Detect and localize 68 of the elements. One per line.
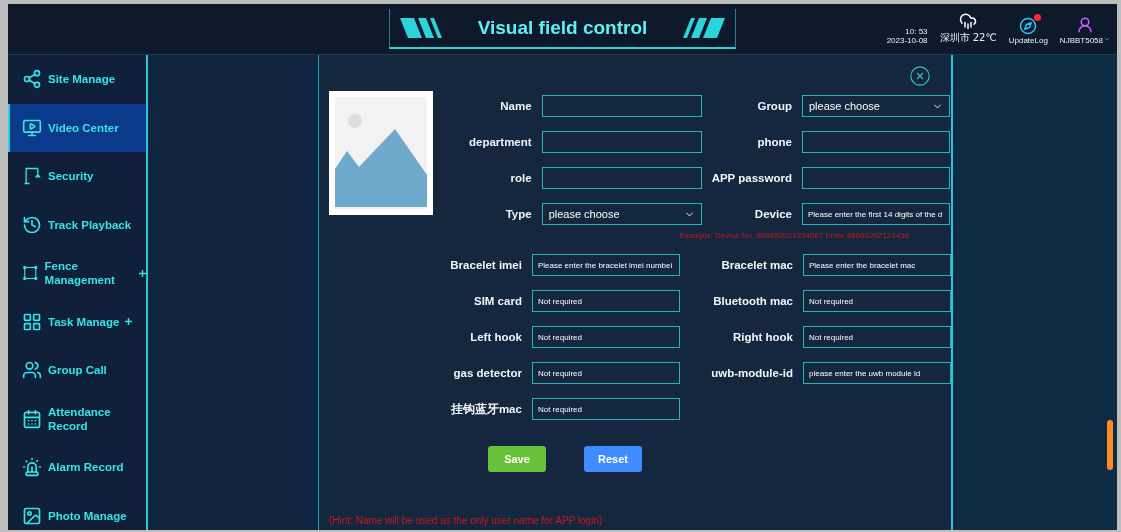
caret-icon: [1103, 35, 1111, 43]
nodes-icon: [22, 69, 42, 90]
field-label: role: [509, 172, 532, 184]
crane-icon: [22, 166, 42, 187]
field-label: Type: [504, 208, 532, 220]
field-label: APP password: [711, 172, 792, 184]
input-field[interactable]: Not required: [531, 326, 680, 348]
compass-icon[interactable]: [1019, 17, 1038, 35]
calendar-icon: [22, 408, 42, 429]
history-icon: [22, 214, 42, 235]
input-field[interactable]: [801, 131, 950, 153]
field-label: Name: [499, 100, 532, 112]
users-icon: [22, 360, 42, 381]
sidebar-item[interactable]: Security: [8, 152, 146, 201]
sidebar-item[interactable]: Group Call: [8, 346, 146, 395]
field-label: phone: [756, 136, 792, 148]
dropdown[interactable]: please choose: [801, 95, 950, 117]
user-menu[interactable]: NJBBT5058: [1059, 35, 1111, 45]
monitor-play-icon: [22, 117, 42, 138]
field-label: Bluetooth mac: [712, 295, 793, 307]
grid-icon: [22, 311, 42, 332]
image-placeholder-icon: [329, 91, 433, 215]
field-label: Device: [753, 208, 792, 220]
weather-text: 深圳市 22℃: [939, 31, 997, 45]
user-icon[interactable]: [1076, 16, 1095, 34]
image-icon: [22, 505, 42, 526]
field-label: Bracelet mac: [720, 259, 793, 271]
input-field[interactable]: Please enter the bracelet mac: [803, 254, 951, 276]
sidebar-item[interactable]: Alarm Record: [8, 443, 146, 492]
hint-text: (Hint: Name will be used as the only user name for APP login): [329, 515, 604, 526]
scrollbar-thumb[interactable]: [1107, 420, 1113, 470]
siren-icon: [22, 457, 42, 478]
sidebar-item[interactable]: Video Center: [8, 103, 146, 152]
input-field[interactable]: please enter the uwb module id: [803, 362, 951, 384]
input-field[interactable]: Please enter the first 14 digits of the d: [801, 203, 950, 225]
field-label: department: [469, 136, 532, 148]
field-label: uwb-module-id: [710, 367, 793, 379]
input-field[interactable]: Not required: [531, 290, 680, 312]
field-label: Group: [756, 100, 792, 112]
input-field[interactable]: Please enter the bracelet imei numbei: [531, 254, 680, 276]
page-title: Visual field control: [477, 17, 648, 39]
input-field[interactable]: Not required: [531, 362, 680, 384]
field-label: Bracelet imei: [449, 259, 522, 271]
field-label: gas detector: [452, 367, 522, 379]
sidebar-item[interactable]: Site Manage: [8, 55, 146, 104]
input-field[interactable]: [541, 131, 702, 153]
rain-cloud-icon: [959, 12, 978, 30]
input-field[interactable]: [541, 167, 702, 189]
date-text: 2023-10-08: [886, 36, 928, 45]
update-log-link[interactable]: UpdateLog: [1008, 36, 1048, 45]
input-field[interactable]: Not required: [531, 398, 680, 420]
clock-time: 10: 53: [905, 27, 928, 36]
input-field[interactable]: Not required: [803, 290, 951, 312]
sidebar-item[interactable]: Fence Management: [8, 249, 146, 298]
input-field[interactable]: [801, 167, 950, 189]
close-icon[interactable]: [909, 65, 931, 87]
sidebar-item[interactable]: Track Playback: [8, 200, 146, 249]
sidebar-item[interactable]: Photo Manage: [8, 491, 146, 530]
input-field[interactable]: Not required: [803, 326, 951, 348]
example-text: Example: Device No. 866652021234567 Enter 86665202123456: [679, 231, 909, 240]
sidebar-item[interactable]: Attendance Record: [8, 394, 146, 443]
dropdown[interactable]: please choose: [541, 203, 702, 225]
sidebar-item[interactable]: Task Manage: [8, 297, 146, 346]
field-label: SIM card: [473, 295, 522, 307]
field-label: Left hook: [469, 331, 522, 343]
input-field[interactable]: [541, 95, 702, 117]
field-label: 挂钩蓝牙mac: [449, 401, 522, 417]
field-label: Right hook: [731, 331, 793, 343]
